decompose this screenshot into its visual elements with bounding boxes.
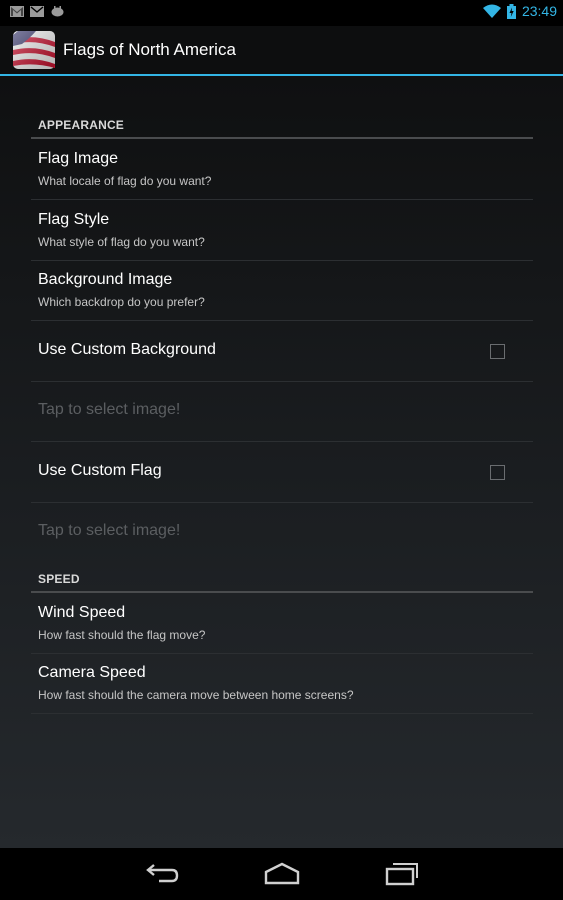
pref-background-image[interactable]: Background Image Which backdrop do you p…: [31, 260, 533, 321]
pref-select-background-image: Tap to select image!: [31, 381, 533, 442]
pref-title: Tap to select image!: [38, 522, 181, 539]
pref-summary: What locale of flag do you want?: [38, 174, 212, 188]
pref-select-flag-image: Tap to select image!: [31, 502, 533, 562]
use-custom-background-checkbox[interactable]: [490, 344, 505, 359]
pref-summary: How fast should the flag move?: [38, 628, 206, 642]
email-icon: [30, 6, 44, 17]
pref-title: Background Image: [38, 271, 173, 288]
status-time: 23:49: [521, 3, 557, 19]
preferences-list: APPEARANCE Flag Image What locale of fla…: [0, 76, 563, 848]
recent-apps-icon[interactable]: [385, 862, 419, 886]
navigation-bar: [0, 848, 563, 900]
pref-title: Flag Image: [38, 150, 119, 167]
app-title: Flags of North America: [63, 40, 236, 59]
pref-wind-speed[interactable]: Wind Speed How fast should the flag move…: [31, 593, 533, 654]
wifi-icon: [482, 4, 501, 18]
use-custom-flag-checkbox[interactable]: [490, 465, 505, 480]
pref-summary: How fast should the camera move between …: [38, 688, 354, 702]
back-icon[interactable]: [145, 862, 179, 886]
pref-use-custom-background[interactable]: Use Custom Background: [31, 321, 533, 382]
pref-summary: Which backdrop do you prefer?: [38, 295, 205, 309]
pref-use-custom-flag[interactable]: Use Custom Flag: [31, 442, 533, 503]
home-icon[interactable]: [264, 862, 300, 886]
pref-title: Tap to select image!: [38, 401, 181, 418]
section-header-appearance: APPEARANCE: [31, 113, 533, 139]
section-header-speed: SPEED: [31, 567, 533, 593]
pref-title: Camera Speed: [38, 664, 146, 681]
section-header-label: APPEARANCE: [38, 118, 125, 132]
pref-flag-style[interactable]: Flag Style What style of flag do you wan…: [31, 200, 533, 261]
pref-flag-image[interactable]: Flag Image What locale of flag do you wa…: [31, 139, 533, 200]
status-bar: 23:49: [0, 0, 563, 26]
pref-title: Flag Style: [38, 211, 110, 228]
gmail-icon: [10, 6, 24, 17]
pref-summary: What style of flag do you want?: [38, 235, 205, 249]
pref-title: Use Custom Flag: [38, 462, 162, 479]
section-header-label: SPEED: [38, 572, 80, 586]
us-flag-app-icon[interactable]: [12, 30, 56, 70]
pref-title: Use Custom Background: [38, 341, 216, 358]
pref-title: Wind Speed: [38, 604, 126, 621]
battery-charging-icon: [506, 3, 516, 19]
pref-camera-speed[interactable]: Camera Speed How fast should the camera …: [31, 653, 533, 714]
action-bar: Flags of North America: [0, 26, 563, 76]
android-debug-icon: [51, 6, 64, 17]
